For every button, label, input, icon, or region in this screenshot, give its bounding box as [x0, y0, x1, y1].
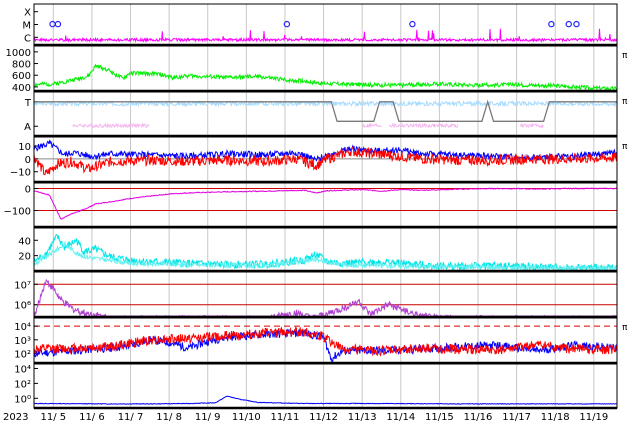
kp-like-y-tick-label: 40 — [18, 236, 31, 247]
flare-class-y-tick-label: X — [24, 8, 31, 19]
xray-flux-y-tick-label: 10² — [14, 379, 31, 390]
kp-like-y-tick-label: 20 — [18, 252, 31, 263]
solar-wind-speed-y-tick-label: 400 — [12, 83, 31, 94]
imf-sector-y-tick-label: T — [24, 98, 32, 109]
space-weather-chart: 11/ 5 11/ 6 11/ 7 11/ 8 11/ 9 11/10 11/11 11/12… — [3, 3, 628, 423]
x-tick-label: 11/14 — [386, 412, 415, 423]
electron-flux-y-tick-label: 10⁷ — [14, 280, 31, 291]
xray-flux-y-tick-label: 10⁴ — [14, 364, 31, 375]
imf-sector-right-label: π — [622, 97, 628, 107]
dst-index-y-tick-label: 0 — [25, 185, 31, 196]
imf-bz-y-tick-label: 0 — [25, 155, 31, 166]
x-tick-label: 11/ 5 — [40, 412, 66, 423]
flare-class-y-tick-label: M — [22, 21, 31, 32]
solar-wind-speed-y-tick-label: 800 — [12, 60, 31, 71]
imf-bz-y-tick-label: 10 — [18, 142, 31, 153]
proton-flux-y-tick-label: 10² — [14, 349, 31, 360]
x-tick-label: 11/18 — [541, 412, 570, 423]
solar-wind-speed-y-tick-label: 600 — [12, 71, 31, 82]
x-tick-label: 11/16 — [464, 412, 493, 423]
imf-sector-y-tick-label: A — [24, 122, 31, 133]
x-tick-label: 11/ 9 — [195, 412, 221, 423]
x-tick-label: 11/19 — [579, 412, 608, 423]
x-tick-label: 11/17 — [502, 412, 531, 423]
proton-flux-y-tick-label: 10⁴ — [14, 322, 31, 333]
x-tick-label: 11/ 7 — [118, 412, 144, 423]
x-tick-label: 11/11 — [271, 412, 300, 423]
solar-wind-speed-right-label: π — [622, 51, 628, 61]
x-tick-label: 11/13 — [348, 412, 377, 423]
imf-bz-right-label: π — [622, 142, 628, 152]
x-tick-label: 11/ 8 — [156, 412, 182, 423]
x-tick-label: 11/12 — [309, 412, 338, 423]
proton-flux-y-tick-label: 10³ — [14, 336, 31, 347]
proton-flux-right-label: π — [622, 323, 628, 333]
dst-index-y-tick-label: −100 — [4, 207, 31, 218]
x-tick-label: 11/10 — [232, 412, 261, 423]
electron-flux-y-tick-label: 10⁶ — [14, 301, 31, 312]
flare-class-y-tick-label: C — [24, 33, 31, 44]
xray-flux-y-tick-label: 10⁰ — [14, 394, 31, 405]
solar-wind-speed-y-tick-label: 1000 — [6, 48, 31, 59]
x-tick-label: 11/15 — [425, 412, 454, 423]
imf-bz-y-tick-label: −10 — [10, 168, 31, 179]
year-label: 2023 — [3, 412, 28, 423]
x-tick-label: 11/ 6 — [79, 412, 105, 423]
